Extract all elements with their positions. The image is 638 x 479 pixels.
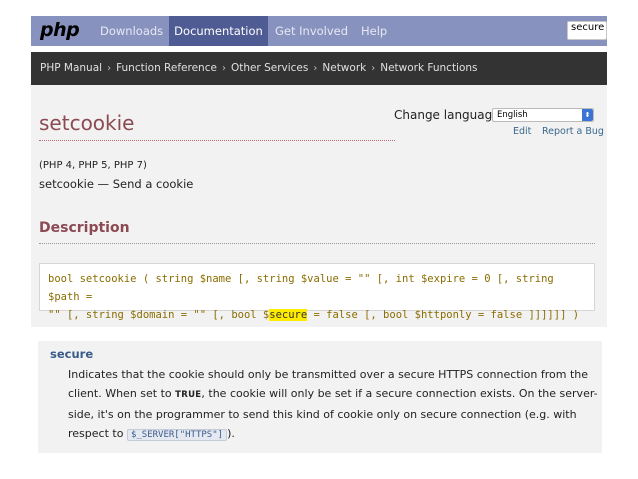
signature-line-1: bool setcookie ( string $name [, string … — [48, 270, 586, 306]
breadcrumb-network-functions[interactable]: Network Functions — [380, 62, 477, 74]
title-divider — [39, 140, 395, 141]
change-language-label: Change language: — [394, 108, 504, 122]
php-versions: (PHP 4, PHP 5, PHP 7) — [39, 160, 147, 171]
language-select[interactable]: English ⬍ — [492, 108, 594, 122]
parameter-name: secure — [50, 347, 94, 361]
nav-downloads[interactable]: Downloads — [93, 16, 167, 46]
page-title: setcookie — [39, 111, 135, 135]
breadcrumb-network[interactable]: Network — [322, 62, 366, 74]
nav-help[interactable]: Help — [355, 16, 395, 46]
breadcrumb-php-manual[interactable]: PHP Manual — [40, 62, 102, 74]
signature-text: "" [, string $domain = "" [, bool $ — [48, 309, 270, 321]
breadcrumb-bar: PHP Manual › Function Reference › Other Serv… — [31, 52, 607, 85]
description-heading: Description — [39, 220, 130, 236]
function-refname: setcookie — Send a cookie — [39, 177, 194, 191]
breadcrumb-separator: › — [371, 63, 376, 74]
breadcrumb: PHP Manual › Function Reference › Other Serv… — [40, 52, 478, 85]
parameter-secure: secure Indicates that the cookie should … — [38, 341, 602, 453]
parameter-description: Indicates that the cookie should only be… — [68, 365, 598, 445]
nav-documentation[interactable]: Documentation — [169, 16, 268, 46]
constant-true[interactable]: TRUE — [175, 390, 201, 400]
description-divider — [39, 243, 595, 244]
php-logo[interactable]: php — [40, 19, 80, 41]
main-content: setcookie Change language: English ⬍ Edi… — [31, 85, 607, 327]
signature-line-2: "" [, string $domain = "" [, bool $secur… — [48, 306, 586, 324]
report-bug-link[interactable]: Report a Bug — [542, 126, 604, 137]
breadcrumb-separator: › — [221, 63, 226, 74]
search-input[interactable]: secure — [567, 21, 607, 40]
breadcrumb-separator: › — [313, 63, 318, 74]
search-highlight: secure — [269, 309, 308, 321]
breadcrumb-other-services[interactable]: Other Services — [231, 62, 308, 74]
top-navigation: php Downloads Documentation Get Involved… — [31, 16, 607, 46]
chevron-up-down-icon: ⬍ — [582, 109, 593, 121]
breadcrumb-separator: › — [107, 63, 112, 74]
parameter-text: ). — [227, 427, 235, 440]
server-https-code[interactable]: $_SERVER["HTTPS"] — [126, 429, 228, 441]
breadcrumb-function-reference[interactable]: Function Reference — [116, 62, 217, 74]
nav-get-involved[interactable]: Get Involved — [268, 16, 350, 46]
edit-link[interactable]: Edit — [513, 126, 531, 137]
signature-text: = false [, bool $httponly = false ]]]]]]… — [307, 309, 580, 321]
function-signature: bool setcookie ( string $name [, string … — [39, 263, 595, 321]
signature-text: bool setcookie ( — [48, 273, 156, 285]
language-select-value: English — [497, 110, 528, 120]
